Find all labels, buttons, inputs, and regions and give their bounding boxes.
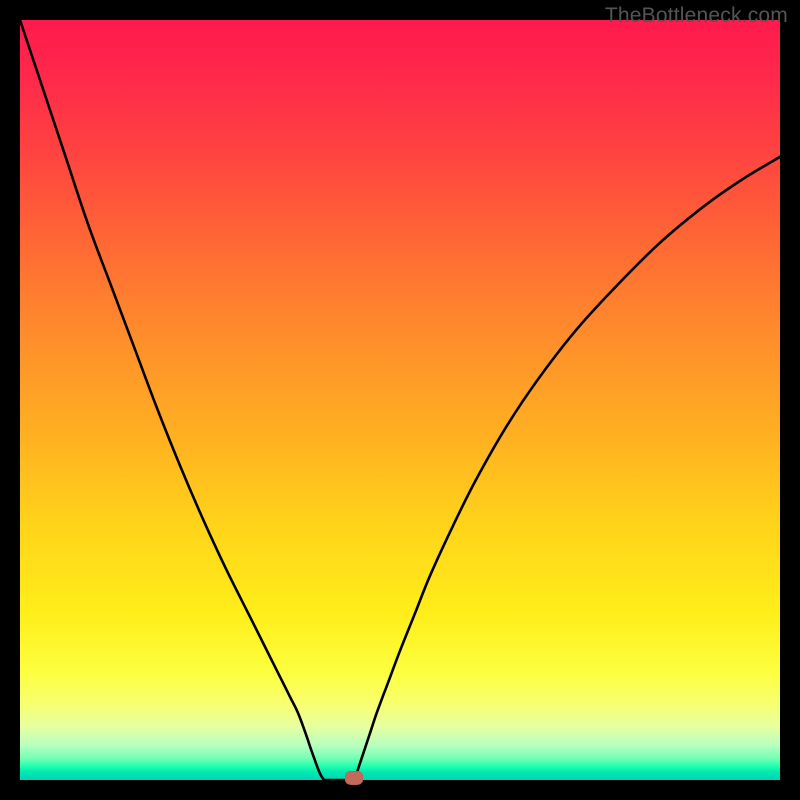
watermark-label: TheBottleneck.com [605, 4, 788, 28]
chart-plot-area [20, 20, 780, 780]
optimal-point-marker [345, 771, 363, 785]
